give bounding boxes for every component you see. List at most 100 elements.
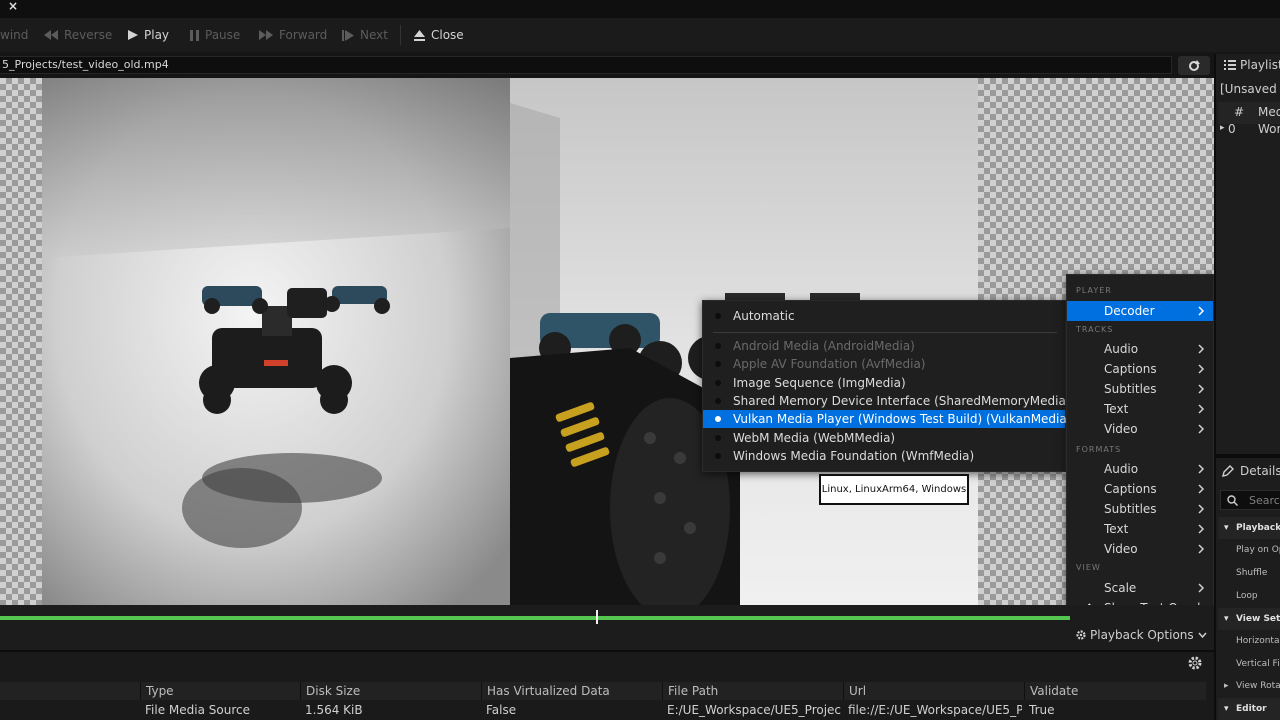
decoder-option[interactable]: Shared Memory Device Interface (SharedMe…: [703, 392, 1071, 410]
pause-button[interactable]: Pause: [190, 18, 240, 52]
collapse-arrow-icon: ▾: [1224, 614, 1229, 624]
menu-item-label: Subtitles: [1104, 502, 1157, 516]
table-cell: File Media Source: [145, 703, 250, 717]
menu-item-label: Text: [1104, 402, 1129, 416]
prop-play-on-open: Play on Ope: [1236, 545, 1280, 555]
chevron-right-icon: [1198, 306, 1205, 316]
track-item-audio[interactable]: Audio: [1067, 339, 1213, 359]
chevron-right-icon: [1198, 583, 1205, 593]
format-item-subtitles[interactable]: Subtitles: [1067, 499, 1213, 519]
decoder-option: Android Media (AndroidMedia): [703, 337, 1065, 355]
playlist-row-media[interactable]: Work: [1258, 122, 1280, 136]
pause-icon: [190, 29, 199, 41]
chevron-right-icon: [1198, 484, 1205, 494]
play-icon: [128, 30, 138, 40]
gear-icon: [1076, 630, 1086, 640]
close-button[interactable]: Close: [414, 18, 464, 52]
expand-arrow-icon[interactable]: ▸: [1220, 123, 1225, 133]
pause-label: Pause: [205, 28, 241, 42]
menu-item-label: Subtitles: [1104, 382, 1157, 396]
chevron-right-icon: [1198, 384, 1205, 394]
playlist-tab[interactable]: Playlist: [1240, 58, 1280, 72]
decoder-option-label: WebM Media (WebMMedia): [733, 430, 896, 445]
chevron-right-icon: [1198, 404, 1205, 414]
decoder-option-label: Windows Media Foundation (WmfMedia): [733, 448, 975, 463]
playlist-col-index: #: [1234, 105, 1245, 119]
chevron-right-icon: [1198, 424, 1205, 434]
decoder-option-label: Android Media (AndroidMedia): [733, 339, 915, 353]
section-formats: FORMATS: [1076, 445, 1122, 454]
track-item-subtitles[interactable]: Subtitles: [1067, 379, 1213, 399]
column-header[interactable]: Has Virtualized Data: [481, 682, 662, 700]
playback-options-menu: PLAYER Decoder TRACKS Audio Captions Subti…: [1066, 274, 1221, 620]
prop-vertical: Vertical Fiel: [1236, 659, 1280, 669]
next-button[interactable]: Next: [342, 18, 388, 52]
chevron-right-icon: [1198, 544, 1205, 554]
platforms-tooltip: Linux, LinuxArm64, Windows: [819, 474, 969, 505]
forward-label: Forward: [279, 28, 328, 42]
scrub-track[interactable]: [0, 616, 1070, 620]
details-search-input[interactable]: Search: [1220, 490, 1280, 510]
column-header[interactable]: Type: [140, 682, 300, 700]
table-cell: E:/UE_Workspace/UE5_Projects/te: [667, 703, 841, 717]
radio-dot-icon: [715, 452, 721, 459]
track-item-video[interactable]: Video: [1067, 419, 1213, 439]
details-tab[interactable]: Details: [1240, 464, 1280, 478]
track-item-text[interactable]: Text: [1067, 399, 1213, 419]
decoder-option[interactable]: Image Sequence (ImgMedia): [703, 374, 1065, 392]
decoder-option[interactable]: Windows Media Foundation (WmfMedia): [703, 447, 1065, 465]
playlist-row-index: 0: [1228, 122, 1236, 136]
decoder-option[interactable]: Vulkan Media Player (Windows Test Build)…: [703, 410, 1109, 429]
format-item-text[interactable]: Text: [1067, 519, 1213, 539]
chevron-right-icon: [1198, 344, 1205, 354]
format-item-video[interactable]: Video: [1067, 539, 1213, 559]
rewind-button[interactable]: wind: [0, 18, 28, 52]
column-header[interactable]: File Path: [662, 682, 843, 700]
section-tracks: TRACKS: [1076, 325, 1114, 334]
column-header[interactable]: Validate: [1024, 682, 1206, 700]
radio-dot-icon: [715, 434, 721, 441]
refresh-button[interactable]: [1178, 56, 1210, 75]
column-header[interactable]: Url: [843, 682, 1024, 700]
collapse-arrow-icon: ▾: [1224, 523, 1229, 533]
refresh-icon: [1189, 59, 1200, 71]
playlist-icon: [1224, 60, 1236, 70]
video-frame-left: [42, 78, 510, 605]
chevron-right-icon: [1198, 464, 1205, 474]
menu-item-scale[interactable]: Scale: [1067, 578, 1213, 598]
decoder-option-label: Shared Memory Device Interface (SharedMe…: [733, 393, 1071, 408]
decoder-option-label: Image Sequence (ImgMedia): [733, 375, 906, 390]
forward-button[interactable]: Forward: [259, 18, 327, 52]
timeline-bar: [0, 605, 1214, 650]
prop-loop: Loop: [1236, 591, 1258, 601]
decoder-option-automatic[interactable]: Automatic: [703, 307, 1065, 325]
radio-dot-icon: [715, 313, 721, 319]
eject-icon: [414, 29, 425, 41]
playback-options-button[interactable]: Playback Options: [1076, 626, 1207, 644]
table-cell: 1.564 KiB: [305, 703, 363, 717]
decoder-submenu: Automatic Android Media (AndroidMedia) Ap…: [702, 300, 1109, 472]
collapse-arrow-icon: ▾: [1224, 704, 1229, 714]
play-button[interactable]: Play: [128, 18, 169, 52]
reverse-button[interactable]: Reverse: [44, 18, 112, 52]
playhead[interactable]: [596, 610, 598, 624]
format-item-audio[interactable]: Audio: [1067, 459, 1213, 479]
format-item-captions[interactable]: Captions: [1067, 479, 1213, 499]
next-icon: [342, 29, 354, 41]
expand-arrow-icon[interactable]: ▸: [1224, 681, 1229, 691]
decoder-option[interactable]: WebM Media (WebMMedia): [703, 429, 1065, 447]
track-item-captions[interactable]: Captions: [1067, 359, 1213, 379]
right-side-panel: Playlist [Unsaved pl # Med ▸ 0 Work Deta…: [1214, 54, 1280, 720]
chevron-right-icon: [1198, 504, 1205, 514]
media-url-field[interactable]: 5_Projects/test_video_old.mp4: [0, 56, 1172, 74]
menu-item-label: Audio: [1104, 342, 1139, 356]
menu-item-label: Scale: [1104, 581, 1137, 595]
column-header[interactable]: Disk Size: [300, 682, 481, 700]
tab-close-button[interactable]: ×: [8, 0, 26, 14]
table-cell: False: [486, 703, 517, 717]
menu-item-decoder[interactable]: Decoder: [1067, 301, 1213, 321]
menu-item-label: Text: [1104, 522, 1129, 536]
settings-gear-icon[interactable]: [1186, 654, 1204, 672]
studio-buggies-image: [42, 78, 510, 605]
menu-item-label: Decoder: [1104, 304, 1155, 318]
